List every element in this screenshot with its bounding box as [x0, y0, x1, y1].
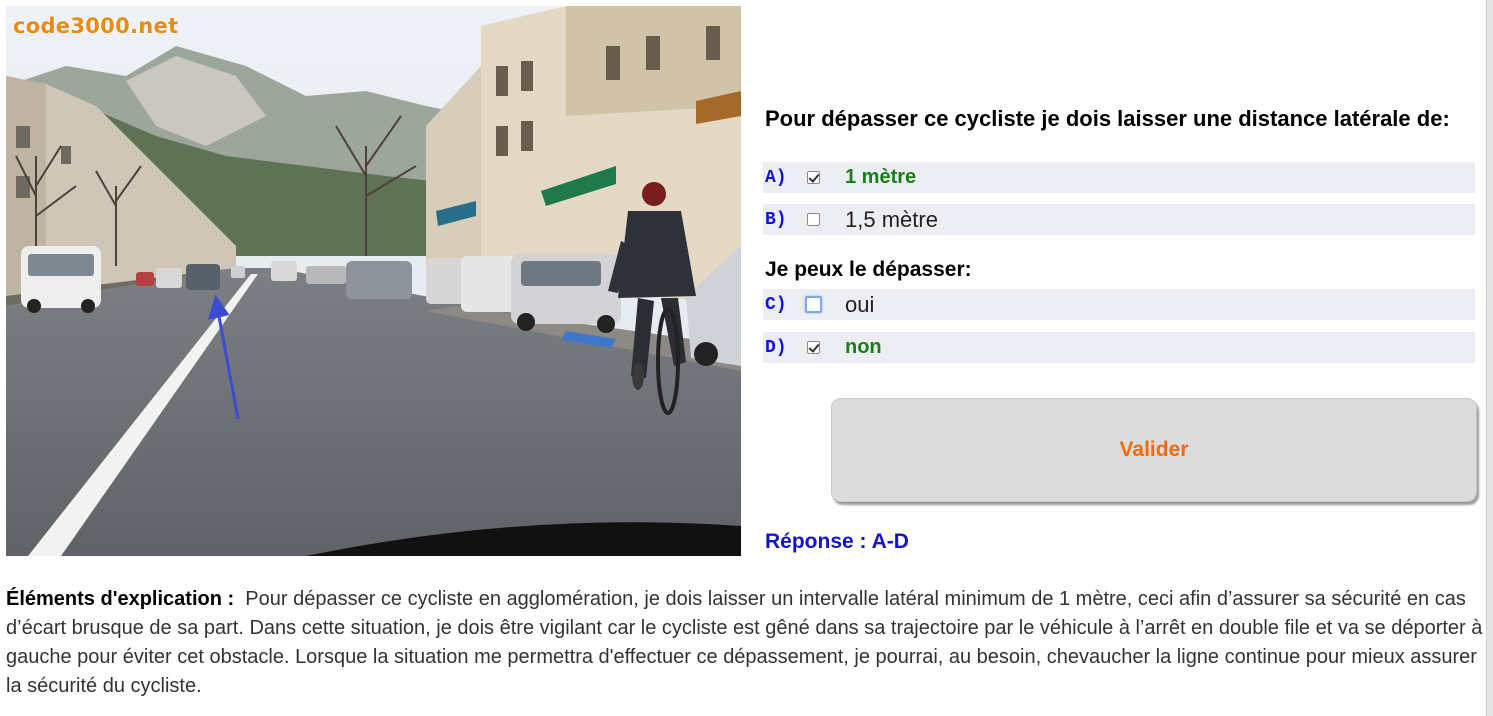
validate-button[interactable]: Valider	[831, 398, 1477, 502]
question-photo: code3000.net	[6, 6, 741, 556]
option-b-label: 1,5 mètre	[845, 206, 938, 232]
explanation-paragraph: Éléments d'explication : Pour dépasser c…	[6, 585, 1488, 701]
option-d[interactable]: D) non	[763, 332, 1475, 363]
question-text: Pour dépasser ce cycliste je dois laisse…	[765, 106, 1450, 131]
answer-text: Réponse : A-D	[765, 530, 909, 553]
explanation-title: Éléments d'explication :	[6, 588, 235, 610]
option-b[interactable]: B) 1,5 mètre	[763, 204, 1475, 235]
option-c[interactable]: C) oui	[763, 289, 1475, 320]
option-letter: A)	[765, 167, 787, 188]
option-letter: B)	[765, 209, 787, 230]
option-c-label: oui	[845, 291, 875, 317]
site-logo: code3000.net	[13, 14, 179, 38]
option-a[interactable]: A) 1 mètre	[763, 162, 1475, 193]
option-d-checkbox[interactable]	[807, 341, 820, 354]
option-a-checkbox[interactable]	[807, 171, 820, 184]
option-c-checkbox[interactable]	[805, 296, 822, 313]
option-letter: C)	[765, 294, 787, 315]
subquestion-text: Je peux le dépasser:	[765, 258, 972, 281]
option-letter: D)	[765, 337, 787, 358]
street-scene-image	[6, 6, 741, 556]
option-b-checkbox[interactable]	[807, 213, 820, 226]
option-a-label: 1 mètre	[845, 166, 917, 188]
option-d-label: non	[845, 336, 882, 358]
